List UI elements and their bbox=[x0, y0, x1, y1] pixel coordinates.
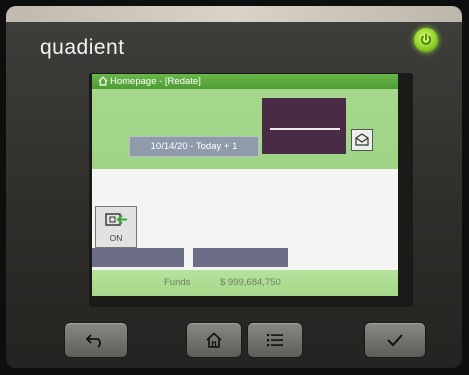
funds-bar: Funds $ 999,684,750 bbox=[92, 270, 398, 296]
menu-button[interactable] bbox=[247, 322, 303, 358]
checkmark-icon bbox=[387, 334, 403, 347]
power-icon bbox=[420, 33, 432, 45]
back-arrow-icon bbox=[85, 334, 101, 348]
device-top-edge bbox=[6, 6, 462, 22]
funds-label: Funds bbox=[164, 277, 191, 288]
function-slot-2[interactable] bbox=[193, 248, 288, 267]
ink-refill-button[interactable]: ON bbox=[95, 206, 137, 248]
page-title: Homepage - [Redate] bbox=[110, 76, 201, 87]
funds-value: $ 999,684,750 bbox=[220, 277, 281, 288]
ink-refill-icon bbox=[105, 213, 127, 226]
brand-logo: quadient bbox=[40, 36, 125, 59]
confirm-button[interactable] bbox=[364, 322, 426, 358]
touch-screen: Homepage - [Redate] 10/14/20 - Today + 1… bbox=[92, 74, 398, 296]
ink-status-label: ON bbox=[109, 233, 123, 243]
screen-title-bar: Homepage - [Redate] bbox=[92, 74, 398, 89]
menu-list-icon bbox=[267, 334, 283, 347]
function-slot-1[interactable] bbox=[92, 248, 184, 267]
power-button[interactable] bbox=[414, 28, 438, 52]
stamp-preview[interactable] bbox=[262, 98, 346, 154]
date-button[interactable]: 10/14/20 - Today + 1 bbox=[129, 136, 259, 157]
home-icon bbox=[98, 76, 108, 86]
home-button[interactable] bbox=[186, 322, 242, 358]
envelope-icon bbox=[355, 133, 369, 146]
stamp-preview-line bbox=[270, 128, 340, 130]
envelope-button[interactable] bbox=[351, 129, 373, 151]
home-icon bbox=[206, 332, 222, 348]
back-button[interactable] bbox=[64, 322, 128, 358]
